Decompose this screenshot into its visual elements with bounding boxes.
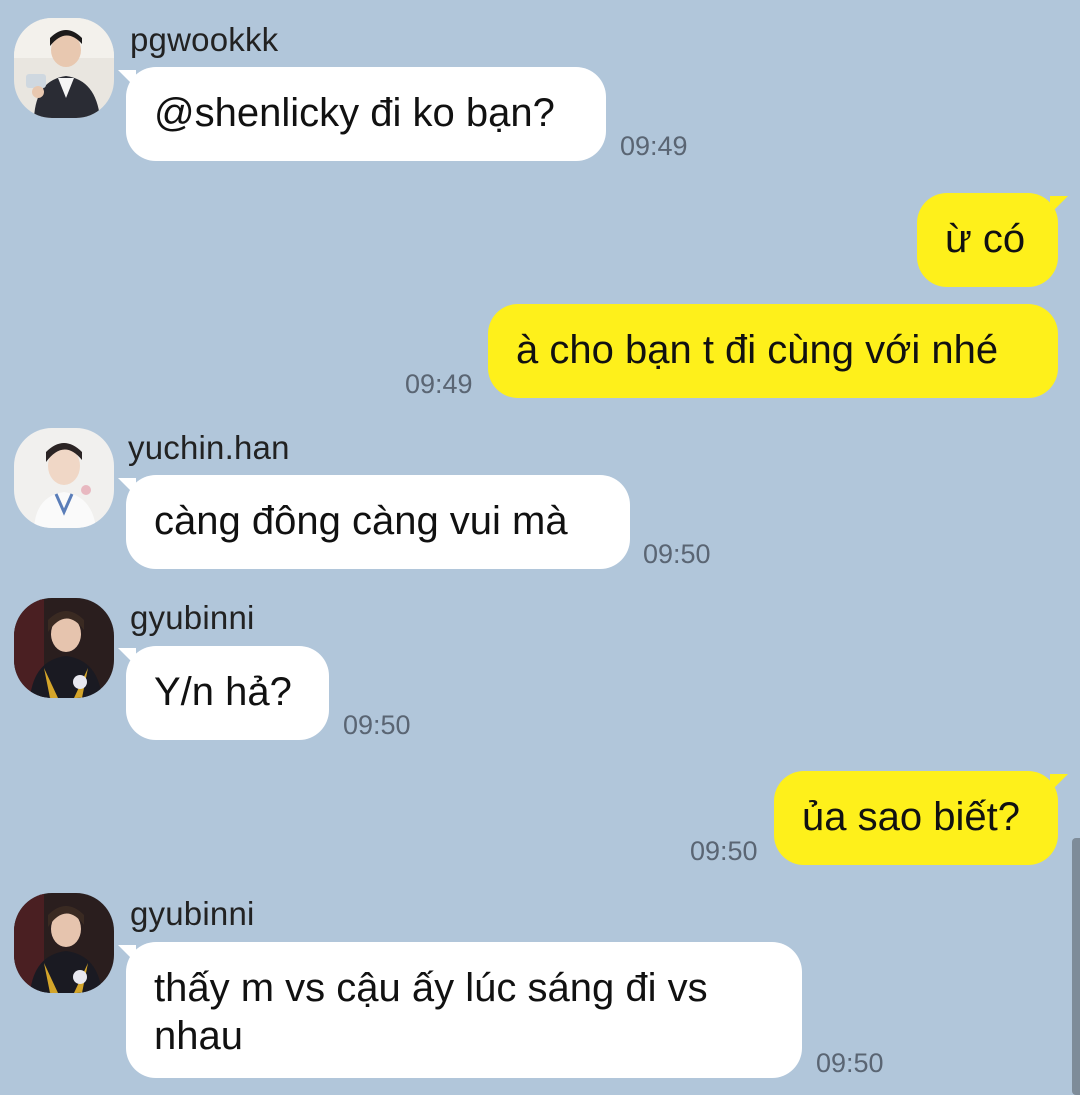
avatar-gyubinni[interactable] — [14, 893, 114, 993]
message-time: 09:50 — [343, 710, 411, 740]
scrollbar[interactable] — [1072, 838, 1080, 1095]
avatar-pgwookkk[interactable] — [14, 18, 114, 118]
avatar-yuchin[interactable] — [14, 428, 114, 528]
bubble-tail — [1050, 774, 1068, 792]
message-bubble[interactable]: thấy m vs cậu ấy lúc sáng đi vs nhau — [126, 942, 802, 1078]
message-bubble[interactable]: càng đông càng vui mà — [126, 475, 630, 569]
message-time: 09:50 — [643, 539, 711, 569]
message-bubble[interactable]: @shenlicky đi ko bạn? — [126, 67, 606, 161]
chat-thread[interactable]: pgwookkk @shenlicky đi ko bạn? 09:49 ừ c… — [0, 0, 1080, 1095]
message-bubble[interactable]: ừ có — [917, 193, 1058, 287]
sender-name: pgwookkk — [130, 21, 279, 58]
message-bubble[interactable]: Y/n hả? — [126, 646, 329, 740]
sender-name: gyubinni — [130, 895, 255, 932]
sender-name: gyubinni — [130, 599, 255, 636]
message-time: 09:49 — [620, 131, 688, 161]
message-time: 09:50 — [690, 836, 758, 866]
message-time: 09:49 — [405, 369, 473, 399]
sender-name: yuchin.han — [128, 429, 290, 466]
avatar-gyubinni[interactable] — [14, 598, 114, 698]
bubble-tail — [1050, 196, 1068, 214]
message-bubble[interactable]: ủa sao biết? — [774, 771, 1058, 865]
message-time: 09:50 — [816, 1048, 884, 1078]
message-bubble[interactable]: à cho bạn t đi cùng với nhé — [488, 304, 1058, 398]
